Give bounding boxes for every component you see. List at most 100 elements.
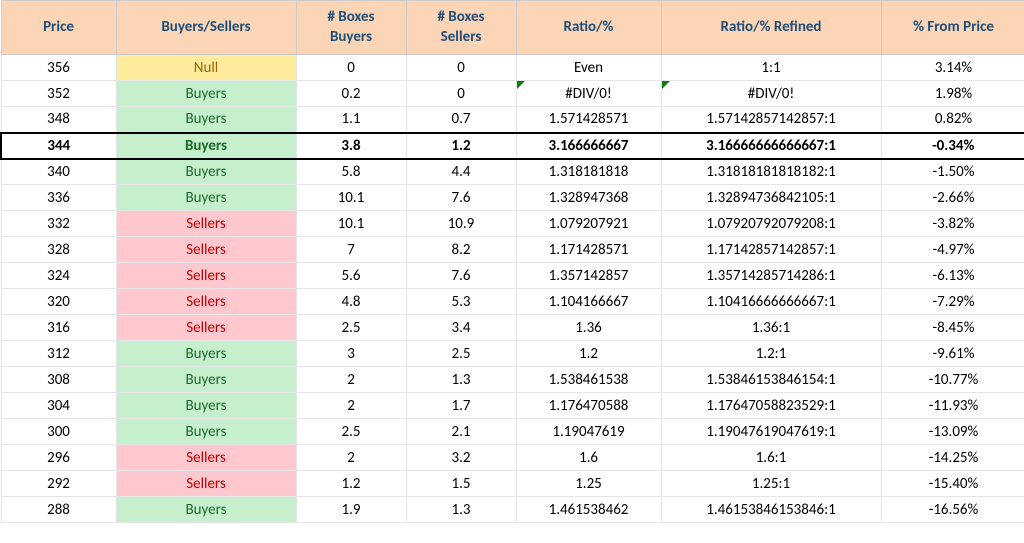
cell-buyers-sellers-text: Buyers xyxy=(186,345,227,363)
cell-boxes-buyers: 2 xyxy=(296,445,406,471)
header-price: Price xyxy=(1,1,116,55)
cell-ratio-refined: 1.46153846153846:1 xyxy=(661,497,881,523)
cell-from-price: -2.66% xyxy=(881,185,1024,211)
cell-buyers-sellers-text: Sellers xyxy=(186,475,226,493)
table-row: 352Buyers0.20#DIV/0!#DIV/0!1.98% xyxy=(1,81,1024,107)
cell-boxes-sellers: 0 xyxy=(406,55,516,81)
cell-buyers-sellers: Sellers xyxy=(116,289,296,315)
cell-price: 328 xyxy=(1,237,116,263)
cell-boxes-buyers: 5.6 xyxy=(296,263,406,289)
table-body: 356Null00Even1:13.14%352Buyers0.20#DIV/0… xyxy=(1,55,1024,523)
header-boxes-buyers: # Boxes Buyers xyxy=(296,1,406,55)
table-row: 312Buyers32.51.21.2:1-9.61% xyxy=(1,341,1024,367)
cell-price: 308 xyxy=(1,367,116,393)
cell-ratio: 1.19047619 xyxy=(516,419,661,445)
cell-ratio-refined: 1.31818181818182:1 xyxy=(661,159,881,185)
header-from-price: % From Price xyxy=(881,1,1024,55)
cell-ratio: 1.104166667 xyxy=(516,289,661,315)
cell-buyers-sellers-text: Buyers xyxy=(186,501,227,519)
cell-ratio-refined: #DIV/0! xyxy=(661,81,881,107)
cell-ratio: 1.25 xyxy=(516,471,661,497)
header-ratio-refined: Ratio/% Refined xyxy=(661,1,881,55)
cell-from-price: -0.34% xyxy=(881,133,1024,159)
cell-from-price: 1.98% xyxy=(881,81,1024,107)
cell-boxes-sellers: 5.3 xyxy=(406,289,516,315)
cell-boxes-buyers: 10.1 xyxy=(296,211,406,237)
cell-buyers-sellers: Buyers xyxy=(116,393,296,419)
cell-buyers-sellers: Buyers xyxy=(116,81,296,107)
cell-boxes-sellers: 0.7 xyxy=(406,107,516,133)
cell-buyers-sellers-text: Sellers xyxy=(186,267,226,285)
cell-ratio: 1.6 xyxy=(516,445,661,471)
cell-boxes-sellers: 1.5 xyxy=(406,471,516,497)
cell-from-price: -15.40% xyxy=(881,471,1024,497)
cell-ratio-refined: 1:1 xyxy=(661,55,881,81)
cell-ratio-refined: 1.36:1 xyxy=(661,315,881,341)
table-row: 300Buyers2.52.11.190476191.1904761904761… xyxy=(1,419,1024,445)
table-row: 336Buyers10.17.61.3289473681.32894736842… xyxy=(1,185,1024,211)
table-row: 324Sellers5.67.61.3571428571.35714285714… xyxy=(1,263,1024,289)
cell-price: 296 xyxy=(1,445,116,471)
header-buyers-sellers: Buyers/Sellers xyxy=(116,1,296,55)
cell-price: 340 xyxy=(1,159,116,185)
cell-boxes-sellers: 2.1 xyxy=(406,419,516,445)
cell-boxes-buyers: 7 xyxy=(296,237,406,263)
table-row: 320Sellers4.85.31.1041666671.10416666666… xyxy=(1,289,1024,315)
cell-ratio: 1.2 xyxy=(516,341,661,367)
cell-ratio-refined: 3.16666666666667:1 xyxy=(661,133,881,159)
cell-from-price: -1.50% xyxy=(881,159,1024,185)
cell-ratio-refined: 1.32894736842105:1 xyxy=(661,185,881,211)
cell-boxes-buyers: 3 xyxy=(296,341,406,367)
cell-buyers-sellers: Buyers xyxy=(116,341,296,367)
cell-ratio: 1.36 xyxy=(516,315,661,341)
header-boxes-buyers-l2: Buyers xyxy=(330,28,372,46)
cell-price: 356 xyxy=(1,55,116,81)
header-boxes-sellers-l1: # Boxes xyxy=(437,8,484,26)
table-row: 344Buyers3.81.23.1666666673.166666666666… xyxy=(1,133,1024,159)
cell-buyers-sellers-text: Sellers xyxy=(186,449,226,467)
cell-boxes-sellers: 7.6 xyxy=(406,263,516,289)
cell-boxes-sellers: 7.6 xyxy=(406,185,516,211)
table-row: 308Buyers21.31.5384615381.53846153846154… xyxy=(1,367,1024,393)
cell-ratio: 1.079207921 xyxy=(516,211,661,237)
data-table: Price Buyers/Sellers # Boxes Buyers # Bo… xyxy=(0,0,1024,523)
cell-buyers-sellers: Null xyxy=(116,55,296,81)
cell-ratio-refined: 1.6:1 xyxy=(661,445,881,471)
table-row: 328Sellers78.21.1714285711.1714285714285… xyxy=(1,237,1024,263)
table-row: 304Buyers21.71.1764705881.17647058823529… xyxy=(1,393,1024,419)
table-row: 316Sellers2.53.41.361.36:1-8.45% xyxy=(1,315,1024,341)
cell-from-price: -16.56% xyxy=(881,497,1024,523)
cell-boxes-buyers: 1.2 xyxy=(296,471,406,497)
cell-boxes-sellers: 4.4 xyxy=(406,159,516,185)
cell-boxes-buyers: 4.8 xyxy=(296,289,406,315)
cell-boxes-buyers: 2 xyxy=(296,367,406,393)
cell-boxes-sellers: 2.5 xyxy=(406,341,516,367)
cell-buyers-sellers: Buyers xyxy=(116,159,296,185)
cell-buyers-sellers: Buyers xyxy=(116,497,296,523)
cell-from-price: -3.82% xyxy=(881,211,1024,237)
cell-buyers-sellers: Buyers xyxy=(116,107,296,133)
cell-ratio: #DIV/0! xyxy=(516,81,661,107)
table-row: 332Sellers10.110.91.0792079211.079207920… xyxy=(1,211,1024,237)
cell-boxes-buyers: 10.1 xyxy=(296,185,406,211)
cell-buyers-sellers: Buyers xyxy=(116,419,296,445)
cell-ratio: 1.328947368 xyxy=(516,185,661,211)
cell-price: 288 xyxy=(1,497,116,523)
cell-ratio-refined: 1.25:1 xyxy=(661,471,881,497)
cell-price: 332 xyxy=(1,211,116,237)
cell-from-price: -11.93% xyxy=(881,393,1024,419)
cell-from-price: -13.09% xyxy=(881,419,1024,445)
cell-from-price: -10.77% xyxy=(881,367,1024,393)
cell-ratio: 1.357142857 xyxy=(516,263,661,289)
cell-buyers-sellers: Sellers xyxy=(116,263,296,289)
cell-boxes-sellers: 3.2 xyxy=(406,445,516,471)
cell-boxes-buyers: 0.2 xyxy=(296,81,406,107)
cell-buyers-sellers: Buyers xyxy=(116,185,296,211)
header-boxes-buyers-l1: # Boxes xyxy=(327,8,374,26)
cell-ratio: 1.176470588 xyxy=(516,393,661,419)
table-row: 340Buyers5.84.41.3181818181.318181818181… xyxy=(1,159,1024,185)
cell-boxes-sellers: 3.4 xyxy=(406,315,516,341)
cell-buyers-sellers: Sellers xyxy=(116,211,296,237)
cell-buyers-sellers: Sellers xyxy=(116,471,296,497)
cell-ratio-refined: 1.2:1 xyxy=(661,341,881,367)
